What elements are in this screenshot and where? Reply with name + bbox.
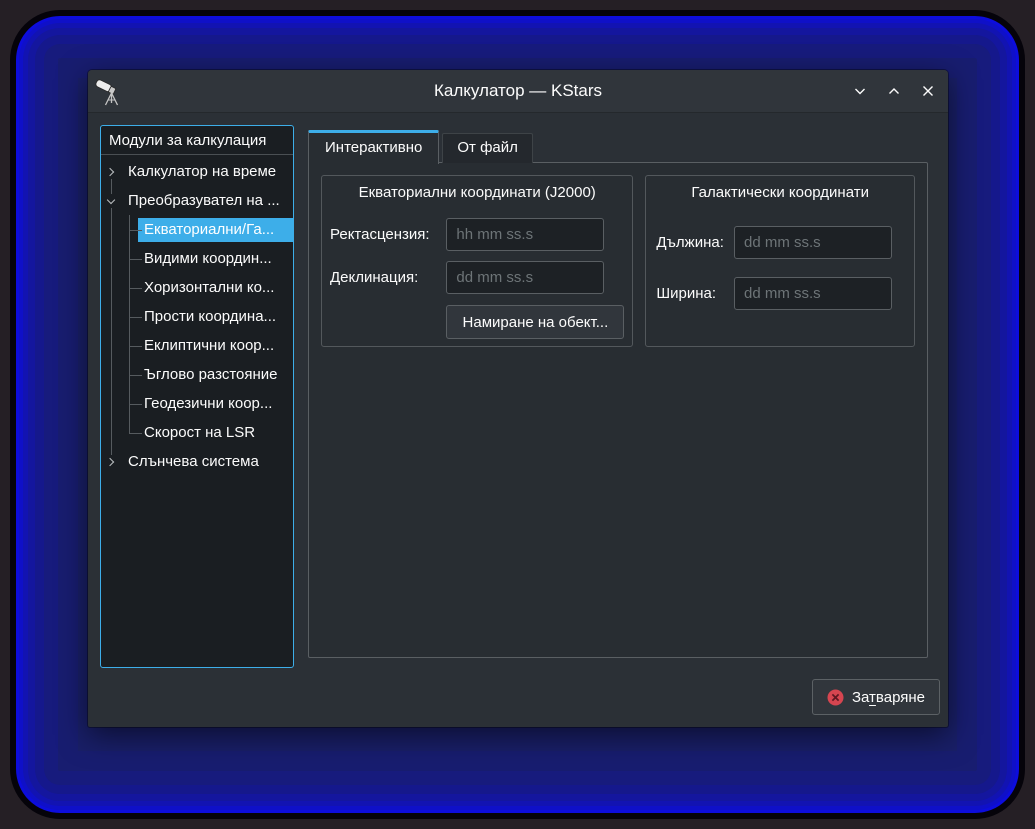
- find-object-button[interactable]: Намиране на обект...: [446, 305, 624, 339]
- sidebar-item[interactable]: Видими координ...: [101, 244, 293, 273]
- declination-input[interactable]: [446, 261, 604, 294]
- sidebar-item-label: Преобразувател на ...: [122, 189, 293, 213]
- sidebar-item-label: Калкулатор на време: [122, 160, 293, 184]
- close-window-button[interactable]: [918, 81, 938, 101]
- minimize-button[interactable]: [850, 81, 870, 101]
- titlebar[interactable]: Калкулатор — KStars: [88, 70, 948, 113]
- sidebar-item[interactable]: Преобразувател на ...: [101, 186, 293, 215]
- sidebar-tree: Калкулатор на време Преобразувател на ...…: [101, 155, 293, 476]
- right-ascension-input[interactable]: [446, 218, 604, 251]
- sidebar-item-label: Видими координ...: [138, 247, 293, 271]
- sidebar-header: Модули за калкулация: [101, 126, 293, 155]
- galactic-coordinates-group: Галактически координати Дължина: Ширина:: [645, 175, 915, 347]
- sidebar-item[interactable]: Скорост на LSR: [101, 418, 293, 447]
- sidebar-item-label: Геодезични коор...: [138, 392, 293, 416]
- sidebar-item[interactable]: Ъглово разстояние: [101, 360, 293, 389]
- galactic-latitude-label: Ширина:: [656, 285, 724, 302]
- sidebar-item[interactable]: Прости координа...: [101, 302, 293, 331]
- window-title: Калкулатор — KStars: [88, 81, 948, 101]
- red-circle-x-icon: [827, 689, 844, 706]
- sidebar-item[interactable]: Слънчева система: [101, 447, 293, 476]
- expand-arrow-icon[interactable]: [104, 455, 118, 469]
- tab-bar: ИнтерактивноОт файл: [308, 129, 536, 163]
- sidebar-item-label: Екваториални/Га...: [138, 218, 293, 242]
- interactive-tab-panel: Екваториални координати (J2000) Ректасце…: [308, 162, 928, 658]
- sidebar-item-label: Хоризонтални ко...: [138, 276, 293, 300]
- close-dialog-button[interactable]: Затваряне: [812, 679, 940, 715]
- tab-interactive[interactable]: Интерактивно: [308, 130, 439, 164]
- sidebar-item[interactable]: Хоризонтални ко...: [101, 273, 293, 302]
- collapse-arrow-icon[interactable]: [104, 194, 118, 208]
- equatorial-coordinates-group: Екваториални координати (J2000) Ректасце…: [321, 175, 633, 347]
- expand-arrow-icon[interactable]: [104, 165, 118, 179]
- sidebar-item[interactable]: Екваториални/Га...: [101, 215, 293, 244]
- sidebar-item-label: Скорост на LSR: [138, 421, 293, 445]
- sidebar-item[interactable]: Калкулатор на време: [101, 157, 293, 186]
- galactic-longitude-label: Дължина:: [656, 234, 732, 251]
- sidebar-item[interactable]: Геодезични коор...: [101, 389, 293, 418]
- sidebar-item-label: Ъглово разстояние: [138, 363, 293, 387]
- calculation-modules-panel: Модули за калкулация Калкулатор на време…: [100, 125, 294, 668]
- maximize-button[interactable]: [884, 81, 904, 101]
- declination-label: Деклинация:: [330, 269, 426, 286]
- sidebar-item-label: Еклиптични коор...: [138, 334, 293, 358]
- equatorial-group-title: Екваториални координати (J2000): [322, 184, 632, 201]
- close-dialog-label: Затваряне: [852, 689, 925, 706]
- tab-from-file[interactable]: От файл: [442, 133, 533, 163]
- galactic-latitude-input[interactable]: [734, 277, 892, 310]
- sidebar-item-label: Слънчева система: [122, 450, 293, 474]
- galactic-group-title: Галактически координати: [646, 184, 914, 201]
- sidebar-item[interactable]: Еклиптични коор...: [101, 331, 293, 360]
- kstars-calculator-window: Калкулатор — KStars Модули за калкулация…: [88, 70, 948, 727]
- galactic-longitude-input[interactable]: [734, 226, 892, 259]
- sidebar-item-label: Прости координа...: [138, 305, 293, 329]
- right-ascension-label: Ректасцензия:: [330, 226, 438, 243]
